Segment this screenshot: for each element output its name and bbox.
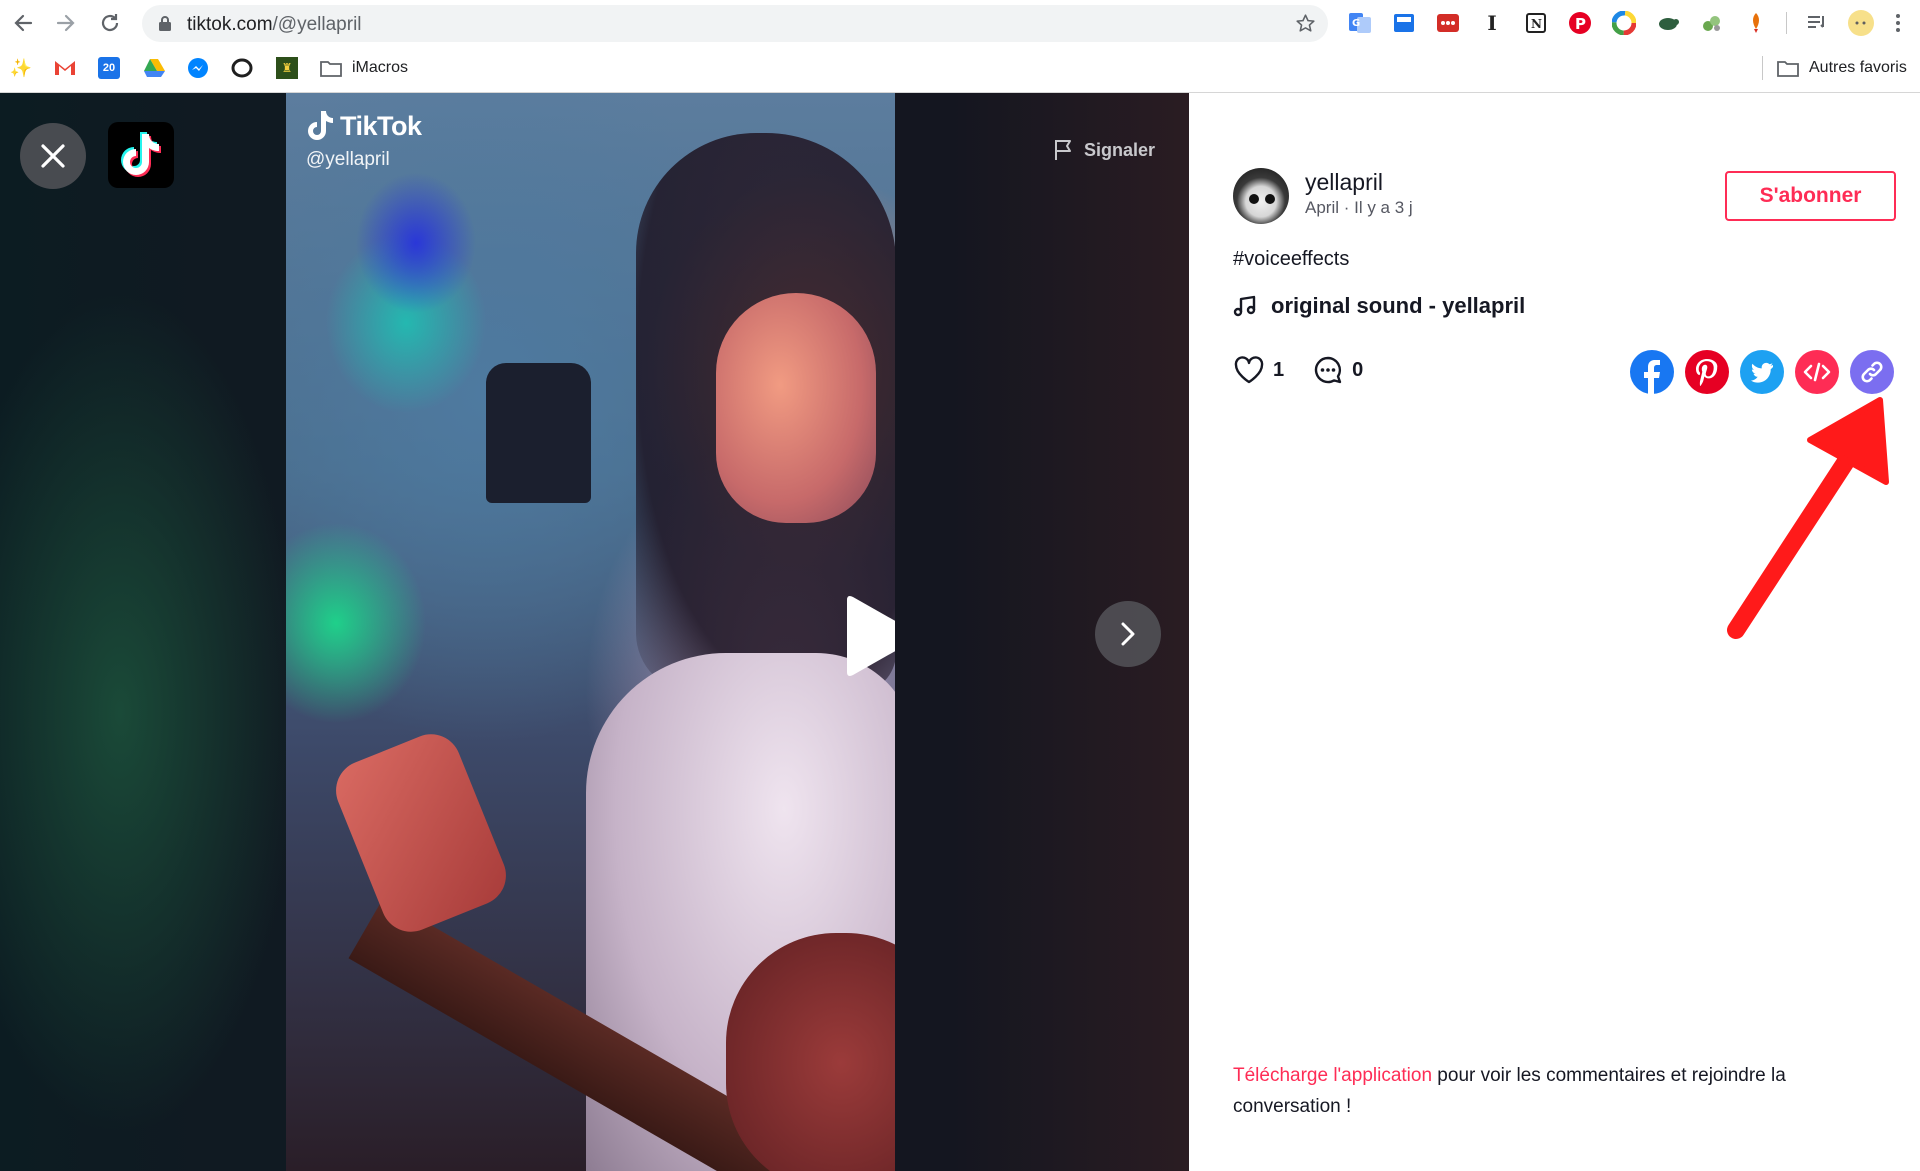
annotation-arrow — [1727, 397, 1889, 639]
music-title: original sound - yellapril — [1271, 293, 1526, 318]
color-wheel-icon[interactable] — [1610, 9, 1638, 37]
folder-icon — [320, 57, 342, 79]
comment-button[interactable]: 0 — [1312, 354, 1363, 386]
heart-icon — [1234, 356, 1264, 384]
tiktok-watermark: TikTok @yellapril — [306, 109, 422, 171]
url-text: tiktok.com/@yellapril — [187, 14, 362, 36]
avatar[interactable] — [1233, 168, 1289, 224]
bookmark-calendar[interactable]: 20 — [98, 56, 120, 80]
bookmark-drive[interactable] — [143, 56, 165, 80]
rocket-icon[interactable] — [1742, 9, 1770, 37]
music-link[interactable]: original sound - yellapril — [1233, 293, 1525, 319]
comment-count: 0 — [1352, 358, 1364, 381]
lock-icon — [158, 15, 172, 37]
pinterest-icon[interactable]: P — [1566, 9, 1594, 37]
translate-icon[interactable]: G — [1346, 9, 1374, 37]
folder-icon — [1777, 57, 1799, 79]
tiktok-logo[interactable] — [108, 122, 174, 188]
reading-list-icon[interactable] — [1803, 9, 1831, 37]
post-meta: April · Il y a 3 j — [1305, 198, 1413, 217]
bookmark-star-icon[interactable] — [1295, 13, 1316, 39]
play-icon[interactable] — [839, 594, 895, 678]
avatar-eye — [1249, 194, 1259, 204]
report-label: Signaler — [1084, 139, 1156, 160]
next-video-button[interactable] — [1095, 601, 1161, 667]
watermark-brand: TikTok — [340, 110, 422, 141]
video-scene-backpack — [486, 363, 591, 503]
comment-icon — [1314, 356, 1342, 384]
like-button[interactable]: 1 — [1233, 355, 1284, 385]
hashtag-link[interactable]: #voiceeffects — [1233, 248, 1349, 271]
watermark-handle: @yellapril — [306, 149, 390, 170]
url-path: /@yellapril — [272, 14, 362, 35]
lastpass-icon[interactable] — [1434, 9, 1462, 37]
browser-chrome: tiktok.com/@yellapril G I N P ✨ 20 ♜ iMa… — [0, 0, 1920, 93]
close-icon — [41, 144, 65, 168]
turtle-icon[interactable] — [1654, 9, 1682, 37]
download-app-link[interactable]: Télécharge l'application — [1233, 1065, 1432, 1086]
browser-toolbar: tiktok.com/@yellapril G I N P — [0, 0, 1920, 47]
gmail-icon — [54, 57, 76, 79]
extension-icon: ♜ — [276, 57, 298, 79]
puzzle-icon[interactable] — [1698, 9, 1726, 37]
like-count: 1 — [1273, 358, 1285, 381]
extensions-bar: G I N P — [1346, 8, 1905, 38]
toolbar-divider — [1786, 12, 1787, 34]
bookmark-gmail[interactable] — [54, 56, 76, 80]
drive-icon — [143, 57, 165, 79]
forward-button[interactable] — [53, 10, 79, 36]
close-button[interactable] — [20, 123, 86, 189]
sparkle-icon: ✨ — [9, 57, 33, 78]
bookmark-label: iMacros — [352, 59, 409, 76]
svg-text:P: P — [1575, 15, 1586, 33]
bookmark-messenger[interactable] — [187, 56, 209, 80]
calendar-icon: 20 — [98, 57, 120, 79]
bookmark-extension[interactable]: ♜ — [276, 56, 298, 80]
other-bookmarks-label: Autres favoris — [1809, 59, 1907, 76]
back-button[interactable] — [10, 10, 36, 36]
flag-icon — [1055, 140, 1071, 160]
svg-text:G: G — [1352, 18, 1360, 29]
tiktok-note-icon — [308, 111, 333, 140]
bookmarks-bar: ✨ 20 ♜ iMacros Autres favoris — [0, 50, 1920, 86]
opera-icon — [231, 57, 253, 79]
svg-text:N: N — [1531, 17, 1542, 31]
comments-download-notice: Télécharge l'application pour voir les c… — [1233, 1060, 1883, 1122]
video-scene-face — [716, 293, 876, 523]
facebook-share-button[interactable] — [1630, 350, 1674, 394]
video-player-area: TikTok @yellapril Signaler — [0, 93, 1189, 1171]
engagement-stats: 1 0 — [1233, 354, 1391, 386]
username[interactable]: yellapril — [1305, 169, 1383, 196]
browser-menu-icon[interactable] — [1891, 9, 1905, 37]
follow-button[interactable]: S'abonner — [1725, 171, 1896, 221]
notion-icon[interactable]: N — [1522, 9, 1550, 37]
messenger-icon — [187, 57, 209, 79]
chevron-right-icon — [1121, 622, 1135, 646]
video-frame[interactable]: TikTok @yellapril — [286, 93, 895, 1171]
avatar-eye — [1265, 194, 1275, 204]
screenshot-icon[interactable] — [1390, 9, 1418, 37]
report-button[interactable]: Signaler — [1054, 139, 1155, 161]
address-bar[interactable]: tiktok.com/@yellapril — [142, 5, 1328, 42]
tiktok-logo-icon — [121, 132, 161, 177]
other-bookmarks-folder[interactable]: Autres favoris — [1762, 56, 1907, 80]
video-scene-ukulele-head — [327, 725, 515, 941]
instapaper-icon[interactable]: I — [1478, 9, 1506, 37]
url-domain: tiktok.com — [187, 14, 273, 35]
bookmark-sparkle[interactable]: ✨ — [10, 56, 32, 80]
reload-button[interactable] — [97, 10, 123, 36]
music-note-icon — [1233, 295, 1256, 317]
watermark-logo: TikTok — [306, 109, 422, 143]
profile-avatar-icon[interactable] — [1847, 9, 1875, 37]
facebook-icon — [1644, 360, 1660, 394]
bookmark-folder-imacros[interactable]: iMacros — [320, 56, 408, 80]
bookmark-opera[interactable] — [231, 56, 253, 80]
